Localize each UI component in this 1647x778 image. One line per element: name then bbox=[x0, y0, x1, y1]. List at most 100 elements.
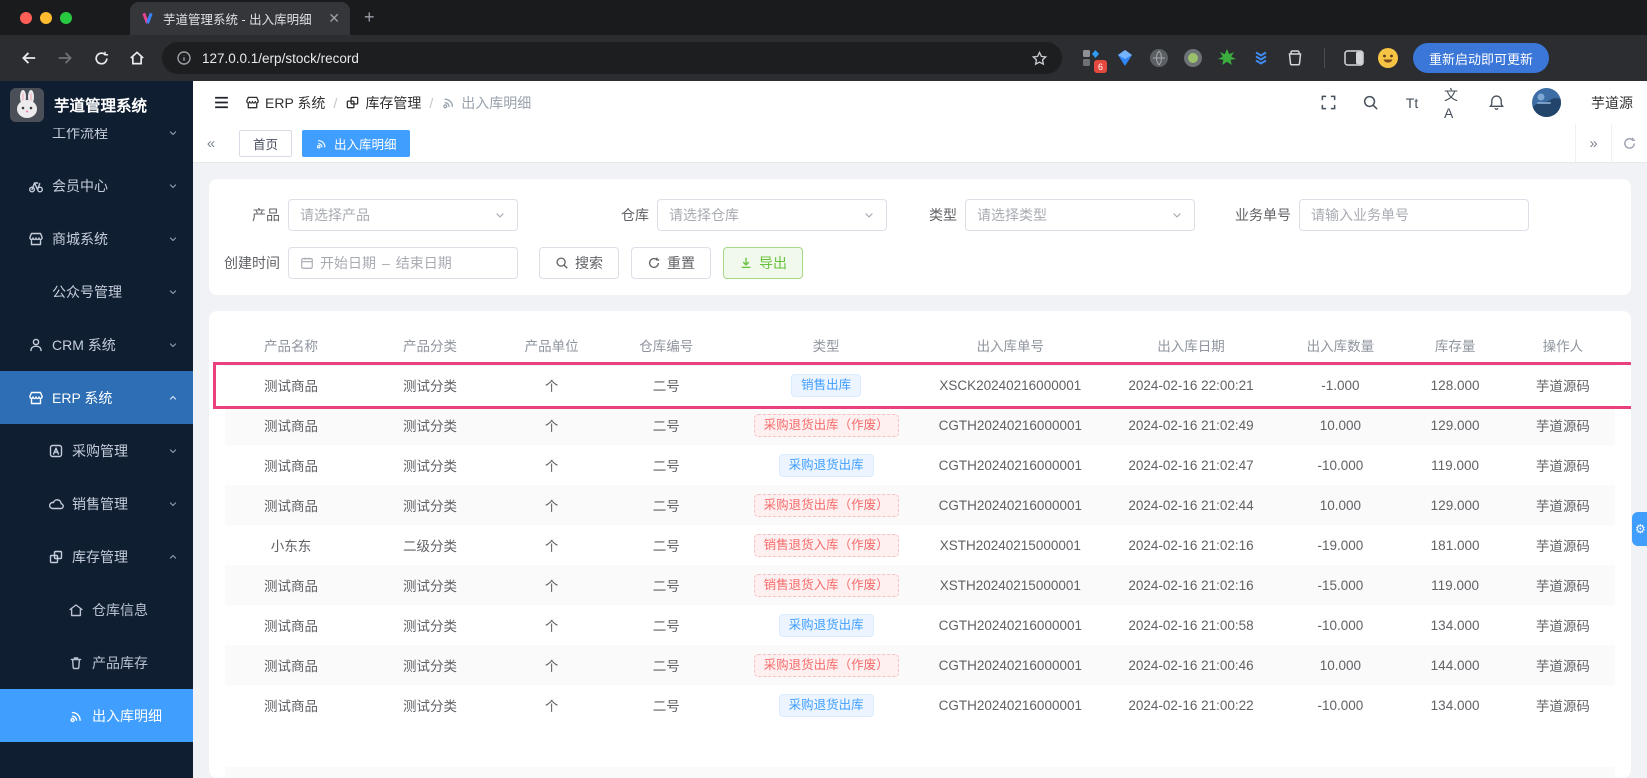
relaunch-update-button[interactable]: 重新启动即可更新 bbox=[1413, 43, 1550, 73]
traffic-lights[interactable] bbox=[12, 0, 82, 35]
warehouse-icon bbox=[68, 602, 84, 618]
menu-fold-icon[interactable] bbox=[207, 89, 235, 117]
table-row[interactable]: 测试商品 测试分类 个 二号 采购退货出库 CGTH20240216000001… bbox=[225, 605, 1615, 645]
sidebar-item-公众号管理[interactable]: 公众号管理 bbox=[0, 265, 193, 318]
address-bar[interactable]: 127.0.0.1/erp/stock/record bbox=[162, 42, 1062, 74]
stock-icon bbox=[345, 95, 360, 110]
minimize-window-icon[interactable] bbox=[40, 11, 52, 24]
reload-icon[interactable] bbox=[84, 41, 118, 75]
extension-star-icon[interactable] bbox=[1216, 47, 1238, 69]
search-button[interactable]: 搜索 bbox=[539, 247, 619, 279]
tabs-refresh-icon[interactable] bbox=[1611, 124, 1647, 162]
bookmark-star-icon[interactable] bbox=[1031, 50, 1048, 67]
new-tab-button[interactable]: + bbox=[364, 7, 375, 28]
cell-date: 2024-02-16 21:02:16 bbox=[1128, 537, 1254, 553]
bizno-input[interactable]: 请输入业务单号 bbox=[1299, 199, 1529, 231]
sidebar-item-仓库信息[interactable]: 仓库信息 bbox=[0, 583, 193, 636]
column-header-产品单位: 产品单位 bbox=[502, 325, 601, 366]
back-icon[interactable] bbox=[12, 41, 46, 75]
cell-operator: 芋道源码 bbox=[1535, 539, 1590, 554]
table-row[interactable]: 测试商品 测试分类 个 二号 采购退货出库 CGTH20240216000001… bbox=[225, 445, 1615, 485]
side-panel-icon[interactable] bbox=[1343, 47, 1365, 69]
extension-globe-icon[interactable] bbox=[1148, 47, 1170, 69]
forward-icon[interactable] bbox=[48, 41, 82, 75]
extensions-puzzle-icon[interactable] bbox=[1284, 47, 1306, 69]
breadcrumb-item[interactable]: 库存管理 bbox=[345, 93, 421, 113]
url-text: 127.0.0.1/erp/stock/record bbox=[202, 50, 359, 66]
cell-unit: 个 bbox=[502, 485, 601, 525]
cell-product: 测试商品 bbox=[264, 459, 319, 474]
type-badge: 采购退货出库 bbox=[778, 453, 874, 477]
sidebar-item-商城系统[interactable]: 商城系统 bbox=[0, 212, 193, 265]
breadcrumb-item[interactable]: 出入库明细 bbox=[441, 93, 531, 113]
app-logo[interactable]: 芋道管理系统 bbox=[0, 81, 193, 128]
maximize-window-icon[interactable] bbox=[60, 11, 72, 24]
browser-tab[interactable]: 芋道管理系统 - 出入库明细 ✕ bbox=[130, 2, 350, 35]
cell-stock: 119.000 bbox=[1431, 457, 1479, 473]
reset-button[interactable]: 重置 bbox=[631, 247, 711, 279]
cell-warehouse: 二号 bbox=[600, 485, 733, 525]
table-row[interactable]: 测试商品 测试分类 个 二号 采购退货出库（作废） CGTH2024021600… bbox=[225, 405, 1615, 445]
sidebar-item-采购管理[interactable]: 采购管理 bbox=[0, 424, 193, 477]
sidebar-item-ERP 系统[interactable]: ERP 系统 bbox=[0, 371, 193, 424]
date-range-input[interactable]: 开始日期 – 结束日期 bbox=[288, 247, 518, 279]
filter-type: 类型 请选择类型 bbox=[929, 199, 1195, 231]
column-header-库存量: 库存量 bbox=[1399, 325, 1511, 366]
fullscreen-icon[interactable] bbox=[1318, 93, 1338, 113]
extension-grid-icon[interactable]: 6 bbox=[1080, 47, 1107, 73]
type-select[interactable]: 请选择类型 bbox=[965, 199, 1195, 231]
cell-product: 测试商品 bbox=[225, 485, 358, 525]
cell-operator: 芋道源码 bbox=[1535, 379, 1590, 395]
sidebar-item-产品库存[interactable]: 产品库存 bbox=[0, 636, 193, 689]
cell-order-no: XSTH20240215000001 bbox=[919, 565, 1101, 605]
sidebar-item-会员中心[interactable]: 会员中心 bbox=[0, 159, 193, 212]
breadcrumb-item[interactable]: ERP 系统 bbox=[245, 93, 325, 113]
column-header-类型: 类型 bbox=[732, 325, 920, 366]
profile-avatar-icon[interactable] bbox=[1377, 47, 1399, 69]
search-icon[interactable] bbox=[1360, 93, 1380, 113]
font-size-icon[interactable]: Tt bbox=[1402, 93, 1422, 113]
sidebar-item-销售管理[interactable]: 销售管理 bbox=[0, 477, 193, 530]
product-select[interactable]: 请选择产品 bbox=[288, 199, 518, 231]
table-row[interactable]: 测试商品 测试分类 个 二号 采购退货出库 CGTH20240216000001… bbox=[225, 685, 1615, 725]
close-tab-icon[interactable]: ✕ bbox=[328, 10, 340, 27]
page-header: ERP 系统 / 库存管理 / 出入库明细 Tt 文A 芋道源 bbox=[193, 81, 1647, 124]
cell-quantity: 10.000 bbox=[1281, 645, 1400, 685]
table-row[interactable]: 小东东 二级分类 个 二号 销售退货入库（作废） XSTH20240215000… bbox=[225, 525, 1615, 565]
browser-chrome: 芋道管理系统 - 出入库明细 ✕ + 127.0.0.1/erp/stock/r… bbox=[0, 0, 1647, 81]
cell-unit: 个 bbox=[544, 379, 559, 395]
export-button[interactable]: 导出 bbox=[723, 247, 803, 279]
extension-dot-icon[interactable] bbox=[1182, 47, 1204, 69]
notification-bell-icon[interactable] bbox=[1486, 93, 1506, 113]
chevron-up-icon bbox=[167, 392, 179, 404]
warehouse-select[interactable]: 请选择仓库 bbox=[657, 199, 887, 231]
cell-warehouse: 二号 bbox=[652, 459, 680, 474]
site-info-icon[interactable] bbox=[176, 50, 192, 66]
page-tab-出入库明细[interactable]: 出入库明细 bbox=[302, 129, 410, 157]
translate-icon[interactable]: 文A bbox=[1444, 87, 1464, 121]
extension-kite-icon[interactable] bbox=[1114, 47, 1136, 69]
date-start-placeholder: 开始日期 bbox=[320, 255, 376, 271]
page-tab-首页[interactable]: 首页 bbox=[239, 129, 293, 157]
username[interactable]: 芋道源 bbox=[1591, 93, 1633, 113]
cell-order-no: CGTH20240216000001 bbox=[938, 697, 1082, 713]
browser-tab-title: 芋道管理系统 - 出入库明细 bbox=[163, 13, 312, 27]
cell-order-no: CGTH20240216000001 bbox=[938, 617, 1082, 633]
floating-settings-button[interactable]: ⚙ bbox=[1632, 512, 1647, 546]
sidebar-item-库存管理[interactable]: 库存管理 bbox=[0, 530, 193, 583]
user-avatar[interactable] bbox=[1532, 88, 1561, 117]
sidebar-item-CRM 系统[interactable]: CRM 系统 bbox=[0, 318, 193, 371]
extension-chevrons-icon[interactable] bbox=[1250, 47, 1272, 69]
tabs-scroll-right-icon[interactable]: » bbox=[1575, 124, 1611, 162]
table-row[interactable]: 测试商品 测试分类 个 二号 销售退货入库（作废） XSTH2024021500… bbox=[225, 565, 1615, 605]
cell-operator: 芋道源码 bbox=[1535, 619, 1590, 634]
table-row[interactable]: 测试商品 测试分类 个 二号 销售出库 XSCK20240216000001 2… bbox=[225, 365, 1615, 405]
tabs-scroll-left-icon[interactable]: « bbox=[193, 124, 229, 162]
close-window-icon[interactable] bbox=[20, 11, 32, 24]
sidebar-item-出入库明细[interactable]: 出入库明细 bbox=[0, 689, 193, 742]
table-row[interactable]: 测试商品 测试分类 个 二号 采购退货出库（作废） CGTH2024021600… bbox=[225, 485, 1615, 525]
table-row[interactable]: 测试商品 测试分类 个 二号 采购退货出库（作废） CGTH2024021600… bbox=[225, 645, 1615, 685]
cell-order-no: XSCK20240216000001 bbox=[939, 377, 1082, 393]
home-icon[interactable] bbox=[120, 41, 154, 75]
search-icon bbox=[555, 256, 569, 270]
